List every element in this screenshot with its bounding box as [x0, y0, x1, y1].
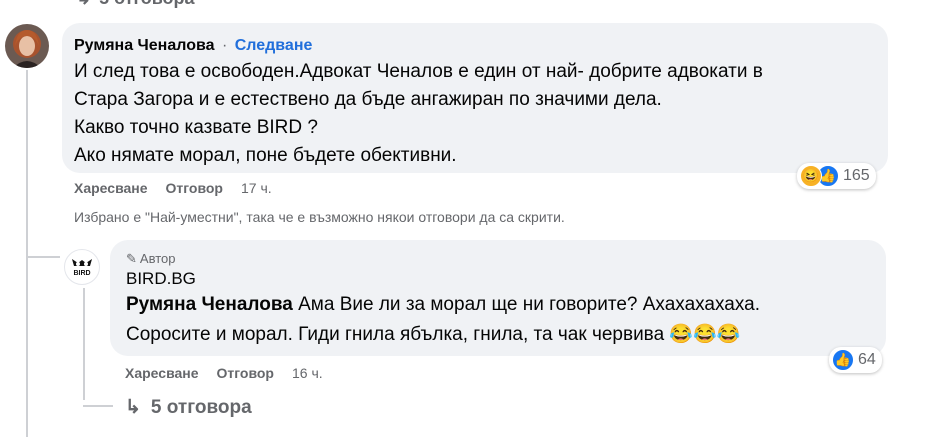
previous-replies-link[interactable]: ↳ 5 отговора	[76, 0, 195, 9]
reply-author[interactable]: BIRD.BG	[126, 268, 870, 290]
reply-actions: Харесване Отговор 16 ч.	[125, 365, 323, 381]
view-replies-label: 5 отговора	[150, 397, 252, 418]
thread-line-vertical	[26, 70, 28, 437]
avatar[interactable]	[5, 24, 49, 68]
timestamp[interactable]: 17 ч.	[241, 180, 272, 196]
like-button[interactable]: Харесване	[125, 365, 199, 381]
previous-replies-label: 5 отговора	[99, 0, 194, 8]
like-icon: 👍	[832, 349, 854, 371]
reaction-summary[interactable]: 😆 👍 165	[797, 163, 876, 189]
reply-arrow-icon: ↳	[125, 397, 141, 418]
author-badge-label: Автор	[139, 251, 176, 266]
reaction-count: 64	[858, 351, 876, 368]
mention-link[interactable]: Румяна Ченалова	[126, 294, 293, 315]
reply-button[interactable]: Отговор	[166, 180, 223, 196]
reply-thread-line	[83, 288, 85, 400]
thread-line-branch	[26, 256, 60, 258]
pen-icon: ✎	[126, 251, 137, 266]
comment-author[interactable]: Румяна Ченалова	[74, 37, 215, 54]
comment-line: Ако нямате морал, поне бъдете обективни.	[74, 145, 457, 166]
follow-button[interactable]: Следване	[235, 37, 313, 54]
svg-text:BIRD: BIRD	[73, 270, 90, 277]
view-replies-link[interactable]: ↳ 5 отговора	[125, 396, 252, 419]
reaction-count: 165	[843, 167, 870, 184]
comment-line: Стара Загора и е естествено да бъде анга…	[74, 89, 662, 110]
author-badge: ✎ Автор	[126, 250, 870, 268]
most-relevant-notice: Избрано е "Най-уместни", така че е възмо…	[74, 209, 565, 225]
reply-thread-branch	[83, 405, 113, 407]
separator-dot: ·	[221, 37, 228, 54]
reply-arrow-icon: ↳	[76, 0, 91, 8]
reply-line: Румяна Ченалова Ама Вие ли за морал ще н…	[126, 290, 870, 320]
page-avatar[interactable]: BIRD	[64, 249, 100, 285]
reply-line-text: Ама Вие ли за морал ще ни говорите? Ахах…	[292, 294, 760, 315]
timestamp[interactable]: 16 ч.	[292, 365, 323, 381]
reply-button[interactable]: Отговор	[217, 365, 274, 381]
comment-line: Какво точно казвате BIRD ?	[74, 117, 318, 138]
comment-header: Румяна Ченалова · Следване	[74, 36, 876, 56]
bird-logo-icon: BIRD	[72, 259, 92, 277]
comment-text: И след това е освободен.Адвокат Ченалов …	[74, 58, 876, 170]
reply-line: Соросите и морал. Гиди гнила ябълка, гни…	[126, 324, 741, 345]
comment-actions: Харесване Отговор 17 ч.	[74, 180, 272, 196]
reaction-summary[interactable]: 👍 64	[829, 347, 882, 373]
like-button[interactable]: Харесване	[74, 180, 148, 196]
haha-icon: 😆	[800, 165, 822, 187]
reply-bubble: ✎ Автор BIRD.BG Румяна Ченалова Ама Вие л…	[110, 240, 886, 356]
comment-line: И след това е освободен.Адвокат Ченалов …	[74, 61, 763, 82]
comment-bubble: Румяна Ченалова · Следване И след това е…	[62, 23, 888, 173]
reply-text: Румяна Ченалова Ама Вие ли за морал ще н…	[126, 290, 870, 350]
